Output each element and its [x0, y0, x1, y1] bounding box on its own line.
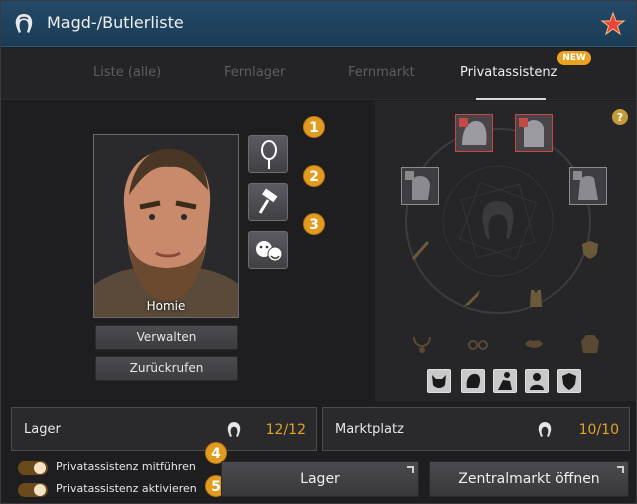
marketplace-count: 10/10 — [578, 422, 619, 438]
storage-box: Lager 12/12 — [11, 407, 317, 451]
storage-button-label: Lager — [300, 471, 340, 487]
tab-remote-market[interactable]: Fernmarkt — [348, 65, 415, 80]
shoes-slot[interactable] — [569, 167, 607, 205]
central-market-button-label: Zentralmarkt öffnen — [458, 471, 600, 487]
equipment-panel: ? — [375, 101, 636, 401]
pose-slot[interactable] — [493, 369, 517, 393]
window-title: Magd-/Butlerliste — [47, 13, 184, 32]
maid-icon — [538, 422, 552, 437]
storage-label: Lager — [24, 422, 61, 437]
tab-list-all[interactable]: Liste (alle) — [93, 65, 161, 80]
tab-private-assistant[interactable]: Privatassistenz — [460, 65, 557, 80]
maid-icon — [227, 422, 241, 437]
craft-button[interactable] — [248, 183, 288, 221]
hammer-icon — [258, 188, 278, 214]
external-link-icon — [407, 466, 414, 473]
shoes-icon — [570, 168, 606, 204]
sword-icon[interactable] — [409, 239, 431, 261]
central-market-button[interactable]: Zentralmarkt öffnen — [429, 461, 629, 497]
hair-slot[interactable] — [461, 369, 485, 393]
coat-icon[interactable] — [579, 333, 601, 355]
manage-button[interactable]: Verwalten — [95, 325, 238, 350]
toggle-carry-assistant[interactable]: Privatassistenz mitführen — [18, 459, 218, 477]
tab-bar: Liste (alle) Fernlager Fernmarkt Privata… — [1, 48, 636, 100]
dagger-icon[interactable] — [461, 287, 483, 309]
pose-icon — [498, 372, 512, 390]
butler-panel: Homie 1 2 3 Verwalten Zurückrufen — [2, 101, 374, 401]
storage-button[interactable]: Lager — [221, 461, 419, 497]
necklace-icon[interactable] — [411, 333, 433, 355]
helmet-slot[interactable] — [455, 114, 493, 152]
recall-button[interactable]: Zurückrufen — [95, 356, 238, 381]
star-icon[interactable] — [600, 11, 626, 37]
marker-3: 3 — [303, 213, 325, 235]
mask-icon — [432, 375, 446, 388]
bust-icon — [530, 373, 544, 390]
vest-icon[interactable] — [525, 287, 547, 309]
marker-2: 2 — [303, 165, 325, 187]
hair-icon — [466, 373, 481, 388]
armor-slot[interactable] — [515, 114, 553, 152]
storage-count: 12/12 — [265, 422, 306, 438]
gloves-icon — [402, 168, 438, 204]
toggle-switch[interactable] — [18, 483, 48, 497]
maid-icon — [15, 14, 33, 33]
mirror-icon — [261, 140, 277, 169]
toggle-knob — [34, 462, 46, 474]
appearance-button[interactable] — [248, 135, 288, 173]
butler-portrait: Homie — [93, 134, 239, 318]
marketplace-box: Marktplatz 10/10 — [322, 407, 630, 451]
toggle-switch[interactable] — [18, 461, 48, 475]
mask-slot[interactable] — [427, 369, 451, 393]
armor-icon — [516, 115, 552, 151]
toggle-activate-assistant[interactable]: Privatassistenz aktivieren — [18, 481, 218, 499]
title-bar[interactable]: Magd-/Butlerliste — [1, 1, 636, 47]
butler-portrait-image — [94, 135, 238, 317]
svg-text:?: ? — [617, 111, 623, 124]
tab-remote-storage[interactable]: Fernlager — [224, 65, 285, 80]
shield-icon[interactable] — [579, 239, 601, 261]
emotion-icon — [256, 241, 283, 262]
marker-1: 1 — [303, 116, 325, 138]
butler-name: Homie — [146, 299, 186, 313]
crest-slot[interactable] — [557, 369, 581, 393]
new-badge: NEW — [557, 51, 591, 65]
toggle-carry-label: Privatassistenz mitführen — [56, 460, 196, 473]
gloves-slot[interactable] — [401, 167, 439, 205]
toggle-knob — [34, 484, 46, 496]
emotion-button[interactable] — [248, 231, 288, 269]
marketplace-label: Marktplatz — [335, 422, 404, 437]
active-tab-indicator — [476, 98, 546, 100]
glasses-icon[interactable] — [467, 333, 489, 355]
crest-icon — [562, 373, 576, 390]
toggle-activate-label: Privatassistenz aktivieren — [56, 482, 197, 495]
bust-slot[interactable] — [525, 369, 549, 393]
external-link-icon — [617, 466, 624, 473]
question-icon[interactable]: ? — [612, 109, 628, 125]
lips-icon[interactable] — [523, 333, 545, 355]
helmet-icon — [456, 115, 492, 151]
maid-butler-window: Magd-/Butlerliste Liste (alle) Fernlager… — [0, 0, 637, 504]
